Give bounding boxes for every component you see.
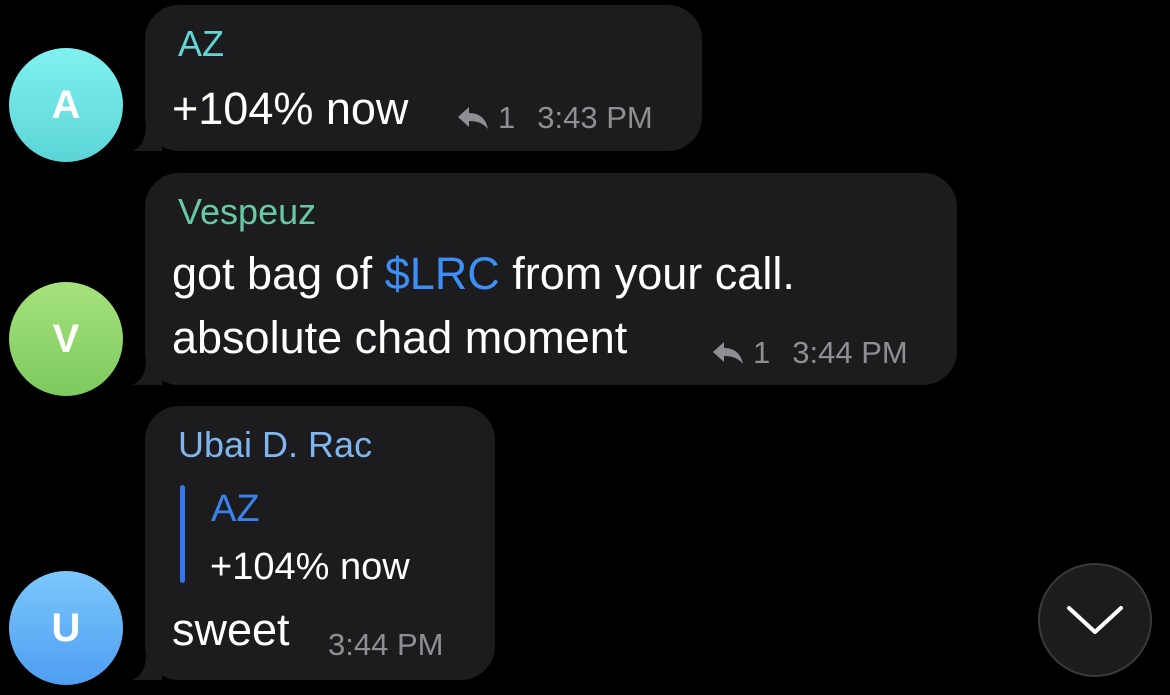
avatar[interactable]: A (9, 48, 123, 162)
message-text-part: from your call. (499, 248, 795, 299)
message-meta: 1 3:44 PM (711, 335, 908, 371)
sender-name[interactable]: Ubai D. Rac (178, 424, 372, 466)
avatar-letter: U (51, 605, 81, 650)
reply-quote[interactable]: AZ +104% now (180, 482, 460, 588)
avatar[interactable]: U (9, 571, 123, 685)
cashtag-link[interactable]: $LRC (385, 248, 500, 299)
message-text: sweet (172, 604, 290, 655)
message-meta: 3:44 PM (328, 627, 443, 663)
quote-sender: AZ (211, 488, 260, 530)
sender-name[interactable]: Vespeuz (178, 191, 316, 233)
chevron-down-icon (1067, 606, 1123, 634)
message-time: 3:43 PM (537, 100, 653, 135)
reply-count[interactable]: 1 (753, 335, 770, 371)
quote-text: +104% now (210, 546, 410, 588)
avatar-letter: A (51, 82, 81, 127)
message-text-line-1: got bag of $LRC from your call. (172, 248, 795, 300)
message-text-line-2: absolute chad moment (172, 312, 628, 363)
message-text: +104% now (172, 83, 409, 134)
bubble-tail (132, 652, 162, 680)
avatar-letter: V (52, 316, 80, 361)
bubble-tail (132, 357, 162, 385)
message-meta: 1 3:43 PM (456, 100, 653, 136)
message-time: 3:44 PM (792, 335, 908, 370)
avatar[interactable]: V (9, 282, 123, 396)
reply-arrow-icon[interactable] (711, 339, 745, 367)
message-bubble[interactable]: Vespeuz got bag of $LRC from your call. … (132, 173, 957, 385)
message-bubble[interactable]: AZ +104% now 1 3:43 PM (132, 5, 702, 151)
message-time: 3:44 PM (328, 627, 444, 662)
message-text-part: got bag of (172, 248, 385, 299)
reply-arrow-icon[interactable] (456, 104, 490, 132)
chat-screen: A AZ +104% now 1 3:43 PM V Vespeuz got b… (0, 0, 1170, 695)
scroll-to-bottom-button[interactable] (1038, 563, 1152, 677)
message-bubble[interactable]: Ubai D. Rac AZ +104% now sweet 3:44 PM (132, 406, 495, 680)
bubble-tail (132, 123, 162, 151)
quote-bar (180, 485, 185, 583)
reply-count[interactable]: 1 (498, 100, 515, 136)
sender-name[interactable]: AZ (178, 23, 224, 65)
